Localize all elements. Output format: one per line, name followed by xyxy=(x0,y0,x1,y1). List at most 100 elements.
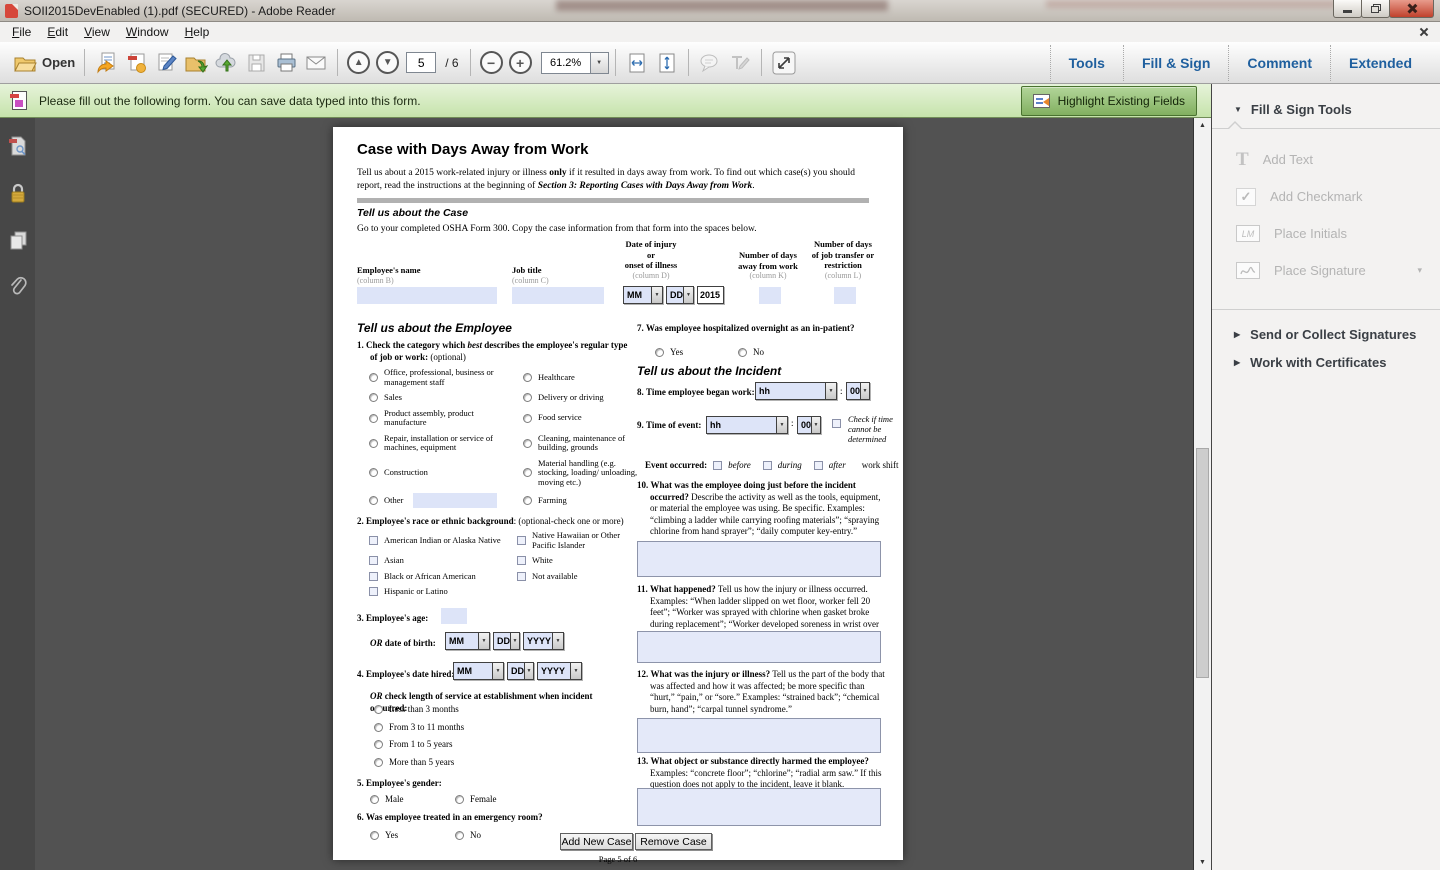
er-yes-option[interactable]: Yes xyxy=(370,831,398,841)
scroll-up-icon[interactable]: ▲ xyxy=(1194,122,1211,129)
save-to-folder-button[interactable] xyxy=(181,47,211,79)
radio-icon[interactable] xyxy=(374,758,383,767)
attachments-panel-button[interactable] xyxy=(7,275,29,299)
radio-icon[interactable] xyxy=(523,393,532,402)
upload-cloud-button[interactable] xyxy=(211,47,241,79)
chevron-down-icon[interactable]: ▼ xyxy=(825,383,836,399)
radio-option[interactable]: Food service xyxy=(523,413,645,423)
radio-icon[interactable] xyxy=(369,414,378,423)
radio-option[interactable]: Construction xyxy=(369,468,515,478)
radio-icon[interactable] xyxy=(523,439,532,448)
question-13-textarea[interactable] xyxy=(637,788,881,826)
hired-month-select[interactable]: MM▼ xyxy=(453,662,504,680)
zoom-dropdown-button[interactable]: ▼ xyxy=(591,52,609,74)
create-pdf-button[interactable] xyxy=(121,47,151,79)
radio-option[interactable]: Delivery or driving xyxy=(523,393,645,403)
began-work-minute-select[interactable]: 00▼ xyxy=(846,382,870,400)
checkbox-icon[interactable] xyxy=(517,572,526,581)
chevron-down-icon[interactable]: ▼ xyxy=(776,417,787,433)
radio-option[interactable]: Repair, installation or service of machi… xyxy=(369,434,515,453)
fit-page-button[interactable] xyxy=(652,47,682,79)
question-11-textarea[interactable] xyxy=(637,631,881,663)
radio-icon[interactable] xyxy=(738,348,747,357)
radio-option[interactable]: Product assembly, product manufacture xyxy=(369,409,515,428)
question-12-textarea[interactable] xyxy=(637,718,881,753)
email-button[interactable] xyxy=(301,47,331,79)
before-checkbox[interactable] xyxy=(713,461,722,470)
days-away-field[interactable] xyxy=(759,287,781,304)
checkbox-icon[interactable] xyxy=(369,536,378,545)
radio-icon[interactable] xyxy=(655,348,664,357)
restore-button[interactable] xyxy=(1361,0,1390,18)
radio-option[interactable]: Less than 3 months xyxy=(374,705,464,715)
chevron-down-icon[interactable]: ▼ xyxy=(552,633,563,649)
checkbox-option[interactable]: American Indian or Alaska Native xyxy=(369,536,509,546)
menu-file[interactable]: File xyxy=(4,23,39,41)
birth-month-select[interactable]: MM▼ xyxy=(445,632,490,650)
sign-document-button[interactable] xyxy=(151,47,181,79)
chevron-down-icon[interactable]: ▼ xyxy=(683,287,693,303)
chevron-down-icon[interactable]: ▼ xyxy=(811,417,820,433)
birth-day-select[interactable]: DD▼ xyxy=(493,632,520,650)
hired-day-select[interactable]: DD▼ xyxy=(507,662,534,680)
began-work-hour-select[interactable]: hh▼ xyxy=(755,382,837,400)
zoom-level-value[interactable]: 61.2% xyxy=(541,52,591,74)
security-settings-button[interactable] xyxy=(7,181,29,205)
radio-icon[interactable] xyxy=(523,468,532,477)
employee-age-field[interactable] xyxy=(441,608,467,624)
comment-pane-link[interactable]: Comment xyxy=(1229,55,1330,71)
employee-name-field[interactable] xyxy=(357,287,497,304)
radio-option[interactable]: Cleaning, maintenance of building, groun… xyxy=(523,434,645,453)
zoom-in-button[interactable]: + xyxy=(509,51,532,74)
work-with-certificates-section[interactable]: ▶ Work with Certificates xyxy=(1212,348,1440,376)
print-button[interactable] xyxy=(271,47,301,79)
radio-icon[interactable] xyxy=(455,795,464,804)
radio-option[interactable]: From 3 to 11 months xyxy=(374,723,464,733)
radio-icon[interactable] xyxy=(523,414,532,423)
chevron-down-icon[interactable]: ▼ xyxy=(570,663,581,679)
zoom-out-button[interactable]: − xyxy=(480,51,503,74)
checkbox-icon[interactable] xyxy=(369,572,378,581)
extended-pane-link[interactable]: Extended xyxy=(1331,55,1430,71)
time-undetermined-checkbox[interactable] xyxy=(832,419,841,428)
highlight-existing-fields-button[interactable]: Highlight Existing Fields xyxy=(1021,86,1197,116)
job-transfer-field[interactable] xyxy=(834,287,856,304)
injury-month-select[interactable]: MM▼ xyxy=(623,286,663,304)
radio-icon[interactable] xyxy=(370,831,379,840)
checkbox-option[interactable]: Not available xyxy=(517,572,645,582)
chevron-down-icon[interactable]: ▼ xyxy=(510,633,519,649)
add-new-case-button[interactable]: Add New Case xyxy=(560,833,633,850)
document-area[interactable]: Case with Days Away from Work Tell us ab… xyxy=(35,118,1193,870)
radio-option[interactable]: From 1 to 5 years xyxy=(374,740,464,750)
checkbox-option[interactable]: Native Hawaiian or Other Pacific Islande… xyxy=(517,531,645,550)
vertical-scrollbar[interactable]: ▲ ▼ xyxy=(1193,118,1211,870)
checkbox-option[interactable]: Hispanic or Latino xyxy=(369,587,509,597)
birth-year-select[interactable]: YYYY▼ xyxy=(523,632,564,650)
share-file-button[interactable] xyxy=(91,47,121,79)
after-checkbox[interactable] xyxy=(814,461,823,470)
event-minute-select[interactable]: 00▼ xyxy=(797,416,821,434)
checkbox-icon[interactable] xyxy=(369,556,378,565)
radio-option[interactable]: Office, professional, business or manage… xyxy=(369,368,515,387)
gender-male-option[interactable]: Male xyxy=(370,795,404,805)
radio-icon[interactable] xyxy=(369,373,378,382)
radio-icon[interactable] xyxy=(523,496,532,505)
chevron-down-icon[interactable]: ▼ xyxy=(492,663,503,679)
checkbox-icon[interactable] xyxy=(517,536,526,545)
during-checkbox[interactable] xyxy=(763,461,772,470)
fill-sign-pane-link[interactable]: Fill & Sign xyxy=(1124,55,1228,71)
open-button[interactable]: Open xyxy=(10,47,78,79)
question-10-textarea[interactable] xyxy=(637,541,881,577)
radio-option[interactable]: Sales xyxy=(369,393,515,403)
radio-option[interactable]: Healthcare xyxy=(523,373,645,383)
radio-icon[interactable] xyxy=(369,393,378,402)
scroll-down-icon[interactable]: ▼ xyxy=(1194,859,1211,866)
checkbox-option[interactable]: Asian xyxy=(369,556,509,566)
checkbox-option[interactable]: White xyxy=(517,556,645,566)
radio-icon[interactable] xyxy=(369,496,378,505)
hospitalized-yes-option[interactable]: Yes xyxy=(655,348,683,358)
close-button[interactable] xyxy=(1389,0,1434,18)
event-hour-select[interactable]: hh▼ xyxy=(706,416,788,434)
radio-icon[interactable] xyxy=(374,740,383,749)
fit-width-button[interactable] xyxy=(622,47,652,79)
